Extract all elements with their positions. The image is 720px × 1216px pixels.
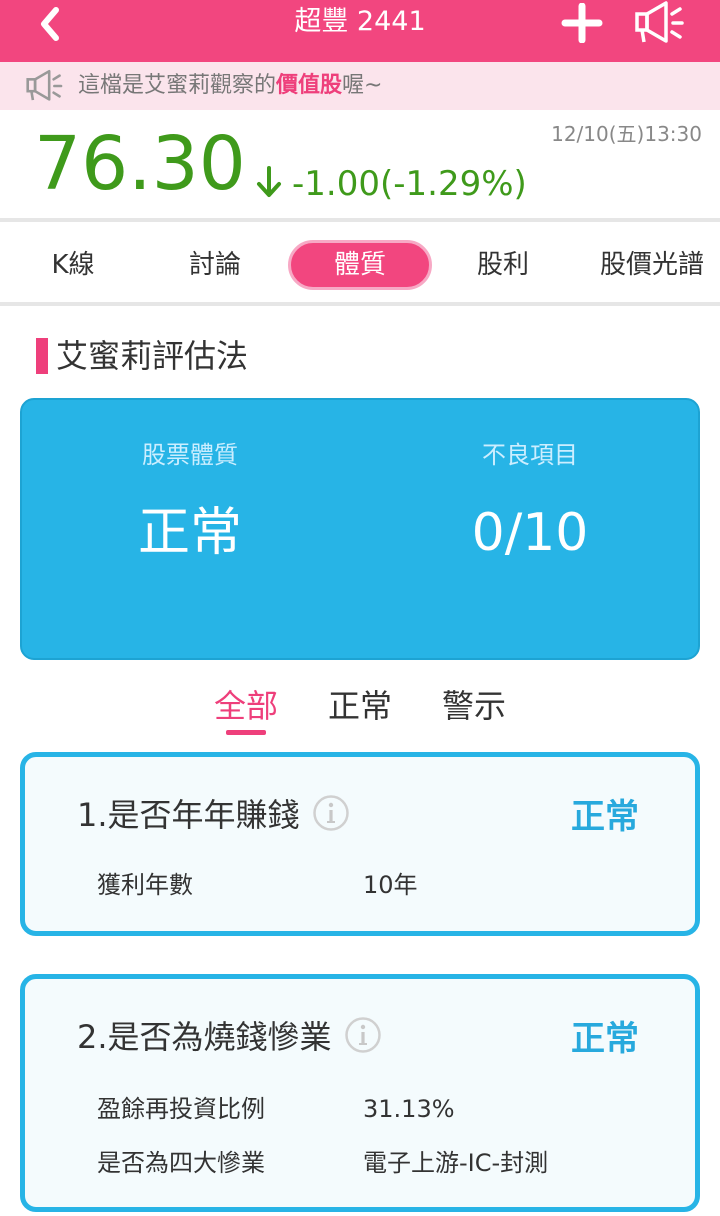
criteria-row-key: 是否為四大慘業 xyxy=(97,1149,265,1177)
criteria-row: 獲利年數 10年 xyxy=(97,869,418,901)
criteria-row: 是否為四大慘業 電子上游-IC-封測 xyxy=(97,1147,548,1179)
notice-suffix: 喔~ xyxy=(342,73,383,98)
tab-dividend[interactable]: 股利 xyxy=(448,240,558,290)
megaphone-icon xyxy=(26,69,63,101)
criteria-card[interactable]: 1.是否年年賺錢 正常 獲利年數 10年 xyxy=(20,752,700,936)
filter-bar: 全部 正常 警示 xyxy=(0,682,720,742)
criteria-row: 盈餘再投資比例 31.13% xyxy=(97,1093,455,1125)
health-value: 正常 xyxy=(137,503,242,563)
filter-normal[interactable]: 正常 xyxy=(328,686,392,726)
criteria-title-text: 2.是否為燒錢慘業 xyxy=(77,1018,332,1056)
criteria-title: 1.是否年年賺錢 xyxy=(77,793,350,837)
tab-discussion[interactable]: 討論 xyxy=(160,240,270,290)
section-title: 艾蜜莉評估法 xyxy=(36,336,248,376)
tab-fundamentals[interactable]: 體質 xyxy=(288,240,432,290)
criteria-title-text: 1.是否年年賺錢 xyxy=(77,796,300,834)
criteria-status: 正常 xyxy=(571,797,639,837)
price-change: -1.00(-1.29%) xyxy=(254,162,527,206)
filter-active-indicator xyxy=(226,730,266,735)
megaphone-icon[interactable] xyxy=(632,0,686,46)
criteria-row-value: 10年 xyxy=(363,871,418,899)
health-label: 股票體質 xyxy=(142,441,238,469)
tab-price-spectrum[interactable]: 股價光譜 xyxy=(600,240,720,290)
criteria-row-key: 獲利年數 xyxy=(97,871,193,899)
bad-items-value: 0/10 xyxy=(471,503,589,563)
price-change-value: -1.00(-1.29%) xyxy=(292,164,527,204)
criteria-row-value: 31.13% xyxy=(363,1095,455,1123)
criteria-row-value: 電子上游-IC-封測 xyxy=(363,1149,549,1177)
section-title-text: 艾蜜莉評估法 xyxy=(56,337,249,375)
notice-prefix: 這檔是艾蜜莉觀察的 xyxy=(78,73,277,98)
filter-all[interactable]: 全部 xyxy=(214,686,278,726)
quote-panel: 76.30 -1.00(-1.29%) 12/10(五)13:30 xyxy=(0,110,720,222)
page-title: 超豐 2441 xyxy=(294,6,426,37)
criteria-title: 2.是否為燒錢慘業 xyxy=(77,1015,382,1059)
bad-items-label: 不良項目 xyxy=(482,441,578,469)
filter-warning[interactable]: 警示 xyxy=(442,686,506,726)
tab-bar: K線 討論 體質 股利 股價光譜 xyxy=(0,226,720,306)
criteria-row-key: 盈餘再投資比例 xyxy=(97,1095,265,1123)
notice-message: 這檔是艾蜜莉觀察的價值股喔~ xyxy=(78,70,382,102)
info-icon[interactable] xyxy=(344,1016,382,1054)
tab-kline[interactable]: K線 xyxy=(18,240,128,290)
quote-timestamp: 12/10(五)13:30 xyxy=(551,122,702,146)
plus-icon[interactable] xyxy=(560,3,604,43)
notice-banner: 這檔是艾蜜莉觀察的價值股喔~ xyxy=(0,62,720,110)
criteria-card[interactable]: 2.是否為燒錢慘業 正常 盈餘再投資比例 31.13% 是否為四大慘業 電子上游-I… xyxy=(20,974,700,1212)
info-icon[interactable] xyxy=(312,794,350,832)
notice-highlight: 價值股 xyxy=(276,73,343,98)
summary-card: 股票體質 正常 不良項目 0/10 xyxy=(20,398,700,660)
arrow-down-icon xyxy=(257,166,281,197)
section-title-marker xyxy=(36,338,48,374)
top-bar: 超豐 2441 xyxy=(0,0,720,62)
stock-price: 76.30 xyxy=(34,121,246,207)
criteria-status: 正常 xyxy=(571,1019,639,1059)
